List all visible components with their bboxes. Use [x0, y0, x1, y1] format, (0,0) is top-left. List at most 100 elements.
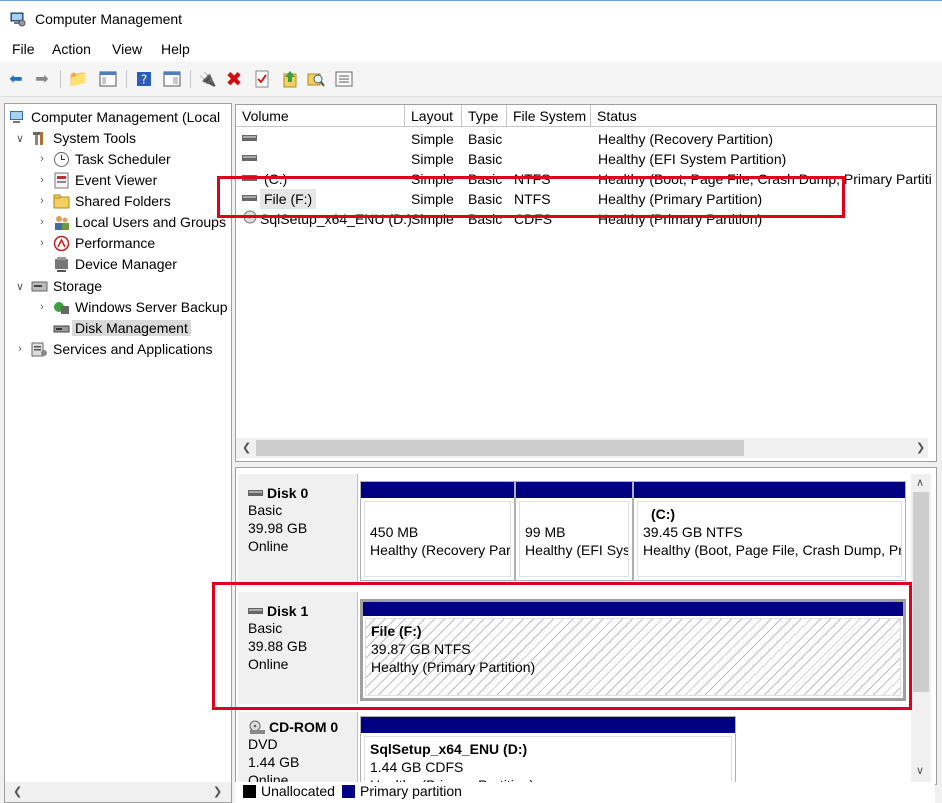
cdrom0-label[interactable]: CD-ROM 0 DVD 1.44 GB Online — [238, 712, 358, 784]
tree-item-performance[interactable]: › Performance — [35, 233, 155, 253]
scrollbar-thumb[interactable] — [256, 440, 744, 456]
cd-drive-icon — [249, 720, 265, 734]
tree-item-root[interactable]: Computer Management (Local — [9, 107, 220, 127]
properties-check-icon[interactable] — [252, 69, 272, 89]
chevron-right-icon[interactable]: › — [35, 237, 49, 249]
primary-partition-bar — [516, 482, 632, 498]
clock-icon — [53, 151, 70, 168]
partition-info: File (F:) 39.87 GB NTFS Healthy (Primary P… — [365, 618, 901, 696]
tree-item-device-manager[interactable]: Device Manager — [53, 254, 177, 274]
scroll-left-icon[interactable]: ❮ — [242, 441, 251, 454]
disk-icon — [248, 490, 263, 496]
cell-volume: SqlSetup_x64_ENU (D:) — [260, 211, 412, 227]
cell-type: Basic — [468, 131, 503, 147]
event-viewer-icon — [53, 172, 70, 189]
performance-icon — [53, 235, 70, 252]
partition-status: Healthy (EFI Sys — [525, 542, 629, 558]
tree-item-system-tools[interactable]: ∨ System Tools — [13, 128, 136, 148]
partition-size: 39.45 GB NTFS — [643, 524, 743, 540]
cdrom0-type: DVD — [248, 736, 278, 752]
up-folder-icon[interactable]: 📁 — [68, 69, 88, 89]
tree-item-task-scheduler[interactable]: › Task Scheduler — [35, 149, 171, 169]
search-folder-icon[interactable] — [306, 69, 326, 89]
tree-item-windows-server-backup[interactable]: › Windows Server Backup — [35, 297, 228, 317]
help-icon[interactable]: ? — [134, 69, 154, 89]
tree-label: System Tools — [53, 130, 136, 146]
tree-item-local-users[interactable]: › Local Users and Groups — [35, 212, 226, 232]
menu-file[interactable]: File — [12, 41, 35, 57]
primary-partition-bar — [634, 482, 905, 498]
shared-folder-icon — [53, 193, 70, 210]
chevron-down-icon[interactable]: ∨ — [13, 132, 27, 145]
disk-view-vertical-scrollbar[interactable]: ∧ ∨ — [911, 474, 931, 784]
partition-size: 99 MB — [525, 524, 566, 540]
cell-type: Basic — [468, 191, 503, 207]
chevron-right-icon[interactable]: › — [35, 174, 49, 186]
tree-label: Local Users and Groups — [75, 214, 226, 230]
delete-icon[interactable]: ✖ — [224, 69, 244, 91]
export-up-icon[interactable] — [280, 69, 300, 89]
primary-partition-swatch — [342, 785, 355, 798]
storage-icon — [31, 278, 48, 295]
tree-label: Device Manager — [75, 256, 177, 272]
column-header-status[interactable]: Status — [591, 105, 936, 127]
column-header-type[interactable]: Type — [462, 105, 507, 127]
chevron-right-icon[interactable]: › — [35, 216, 49, 228]
cell-status: Healthy (EFI System Partition) — [598, 151, 787, 167]
chevron-right-icon[interactable]: › — [35, 195, 49, 207]
back-arrow-icon[interactable]: ⬅ — [6, 69, 26, 89]
disk0-label[interactable]: Disk 0 Basic 39.98 GB Online — [238, 474, 358, 586]
scroll-down-icon[interactable]: ∨ — [916, 764, 924, 777]
disk0-partition-efi[interactable]: 99 MB Healthy (EFI Sys — [515, 481, 633, 581]
menu-action[interactable]: Action — [52, 41, 91, 57]
disk1-label[interactable]: Disk 1 Basic 39.88 GB Online — [238, 592, 358, 704]
title-bar: Computer Management — [0, 0, 942, 37]
cell-status: Healthy (Recovery Partition) — [598, 131, 774, 147]
legend-bar: Unallocated Primary partition — [235, 782, 935, 803]
tree-label: Services and Applications — [53, 341, 213, 357]
disk1-name-row: Disk 1 — [248, 602, 357, 620]
scroll-up-icon[interactable]: ∧ — [916, 476, 924, 489]
forward-arrow-icon[interactable]: ➡ — [32, 69, 52, 89]
partition-info: 450 MB Healthy (Recovery Par — [364, 501, 511, 577]
partition-size: 450 MB — [370, 524, 419, 540]
tree-label: Windows Server Backup — [75, 299, 228, 315]
volume-list-horizontal-scrollbar[interactable]: ❮ ❯ — [236, 438, 928, 458]
column-header-layout[interactable]: Layout — [405, 105, 462, 127]
svg-text:?: ? — [141, 73, 147, 87]
cell-status: Healthy (Primary Partition) — [598, 211, 763, 227]
scroll-right-icon[interactable]: ❯ — [916, 441, 925, 454]
window-title: Computer Management — [35, 11, 183, 27]
connect-icon[interactable]: 🔌 — [198, 69, 218, 89]
scroll-right-icon[interactable]: ❯ — [213, 785, 222, 798]
menu-view[interactable]: View — [112, 41, 142, 57]
show-hide-tree-icon[interactable] — [98, 69, 118, 89]
partition-title: (C:) — [651, 506, 676, 522]
chevron-right-icon[interactable]: › — [35, 153, 49, 165]
menu-help[interactable]: Help — [161, 41, 190, 57]
tree-item-disk-management[interactable]: Disk Management — [53, 318, 191, 338]
tree-horizontal-scrollbar[interactable]: ❮ ❯ — [4, 782, 232, 803]
cdrom0-partition-d[interactable]: SqlSetup_x64_ENU (D:) 1.44 GB CDFS Healthy… — [360, 716, 736, 784]
tree-item-services[interactable]: › Services and Applications — [13, 339, 213, 359]
column-header-volume[interactable]: Volume — [236, 105, 405, 127]
chevron-right-icon[interactable]: › — [13, 343, 27, 355]
list-view-icon[interactable] — [334, 69, 354, 89]
disk0-partition-c[interactable]: (C:) 39.45 GB NTFS Healthy (Boot, Page Fil… — [633, 481, 906, 581]
disk1-partition-f[interactable]: File (F:) 39.87 GB NTFS Healthy (Primary P… — [360, 599, 906, 701]
tree-item-storage[interactable]: ∨ Storage — [13, 276, 102, 296]
column-header-file-system[interactable]: File System — [507, 105, 591, 127]
show-action-pane-icon[interactable] — [162, 69, 182, 89]
scrollbar-thumb[interactable] — [913, 492, 929, 692]
disk1-type: Basic — [248, 620, 283, 636]
backup-icon — [53, 299, 70, 316]
primary-partition-bar — [361, 482, 514, 498]
scroll-left-icon[interactable]: ❮ — [13, 785, 22, 798]
chevron-right-icon[interactable]: › — [35, 301, 49, 313]
chevron-down-icon[interactable]: ∨ — [13, 280, 27, 293]
tree-item-event-viewer[interactable]: › Event Viewer — [35, 170, 157, 190]
disk1-state: Online — [248, 656, 289, 672]
tree-item-shared-folders[interactable]: › Shared Folders — [35, 191, 171, 211]
legend-unallocated: Unallocated — [261, 783, 335, 799]
disk0-partition-recovery[interactable]: 450 MB Healthy (Recovery Par — [360, 481, 515, 581]
